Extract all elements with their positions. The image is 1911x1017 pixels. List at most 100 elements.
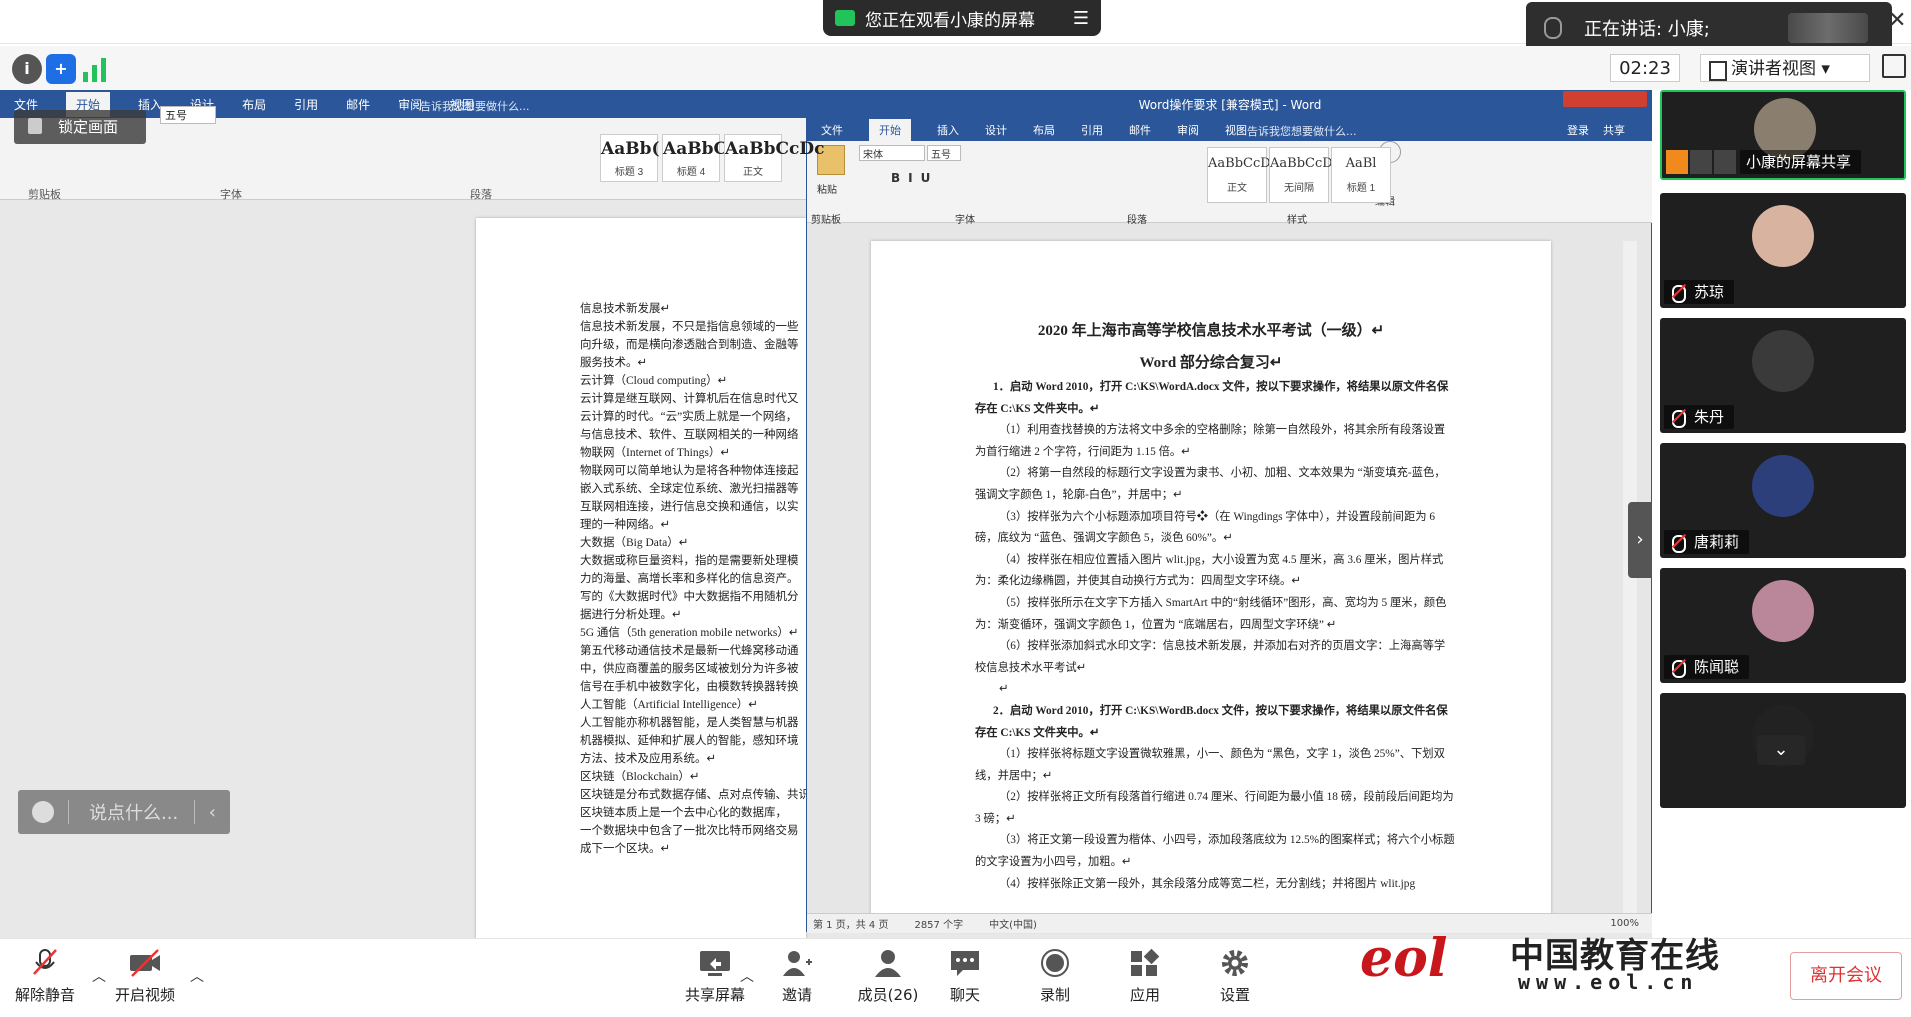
participant-tile[interactable]: 陈闻聪	[1660, 568, 1906, 683]
bg-tab[interactable]: 引用	[294, 96, 318, 113]
fg-tab[interactable]: 邮件	[1129, 122, 1151, 138]
font-name-select[interactable]: 宋体	[859, 145, 925, 161]
eol-logo-mark: eol	[1360, 928, 1448, 989]
doc-paragraph: （4）按样张在相应位置插入图片 wlit.jpg，大小设置为宽 4.5 厘米，高…	[975, 553, 1444, 588]
doc-paragraph: ↵	[999, 683, 1009, 696]
fg-tab[interactable]: 开始	[869, 119, 911, 141]
participant-name: 朱丹	[1664, 405, 1735, 429]
fg-tab[interactable]: 布局	[1033, 122, 1055, 138]
info-icon[interactable]: i	[12, 54, 42, 84]
signal-icon[interactable]	[80, 54, 110, 84]
record-button[interactable]: 录制	[1010, 948, 1100, 1005]
bg-tab[interactable]: 布局	[242, 96, 266, 113]
fullscreen-icon[interactable]	[1882, 54, 1906, 78]
close-icon[interactable]: ✕	[1888, 8, 1906, 33]
participant-tile[interactable]: 唐莉莉	[1660, 443, 1906, 558]
bg-style-item[interactable]: AaBb(标题 3	[600, 134, 660, 182]
eol-logo: eol 中国教育在线 www.eol.cn	[1360, 924, 1720, 1000]
login-link[interactable]: 登录	[1567, 122, 1589, 138]
status-words: 2857 个字	[914, 920, 964, 931]
share-screen-icon	[700, 951, 730, 976]
bg-doc-line: 物联网可以简单地认为是将各种物体连接起	[580, 465, 799, 477]
bg-doc-line: 第五代移动通信技术是最新一代蜂窝移动通	[580, 645, 799, 657]
avatar	[1752, 455, 1814, 517]
fg-style-sample: AaBl	[1345, 156, 1377, 171]
unmute-label: 解除静音	[14, 986, 75, 1004]
bg-doc-line: 云计算是继互联网、计算机后在信息时代又	[580, 393, 799, 405]
members-icon	[875, 950, 901, 977]
fg-tab[interactable]: 文件	[821, 122, 843, 138]
leave-meeting-button[interactable]: 离开会议	[1790, 952, 1902, 1000]
word-ribbon: 粘贴 宋体 五号 BIU 编辑 剪贴板 字体 段落 样式 AaBbCcDc正文A…	[807, 141, 1652, 226]
status-language: 中文(中国)	[989, 920, 1037, 931]
fg-tab[interactable]: 插入	[937, 122, 959, 138]
apps-button[interactable]: 应用	[1100, 948, 1190, 1005]
settings-button[interactable]: 设置	[1190, 948, 1280, 1005]
invite-button[interactable]: 邀请	[752, 948, 842, 1005]
divider	[68, 800, 69, 824]
doc-heading-1: 2020 年上海市高等学校信息技术水平考试（一级）↵	[1037, 323, 1385, 339]
collapse-panel-button[interactable]: ›	[1628, 502, 1652, 578]
chat-input-overlay[interactable]: 说点什么... ‹	[18, 790, 230, 834]
fg-style-item[interactable]: AaBbCcDc 正文	[1207, 147, 1278, 203]
bg-style-item[interactable]: AaBbCcDc 正文	[724, 134, 824, 182]
format-buttons[interactable]: BIU	[891, 171, 938, 185]
chat-button[interactable]: 聊天	[920, 948, 1010, 1005]
fg-tab[interactable]: 引用	[1081, 122, 1103, 138]
fg-style-label: 标题 1	[1346, 183, 1376, 194]
bg-doc-line: 互联网相连接，进行信息交换和通信，以实	[580, 501, 799, 513]
bg-tab[interactable]: 邮件	[346, 96, 370, 113]
fg-tab[interactable]: 审阅	[1177, 122, 1199, 138]
unmute-button[interactable]: 解除静音	[0, 948, 90, 1005]
paste-label: 粘贴	[817, 185, 837, 196]
doc-paragraph: （1）按样张将标题文字设置微软雅黑，小一、颜色为 “黑色，文字 1，淡色 25%…	[975, 748, 1445, 782]
fg-style-sample: AaBbCcDc	[1208, 156, 1278, 171]
bg-group-paragraph: 段落	[470, 188, 492, 201]
bg-style-sample: AaBb(	[601, 139, 660, 159]
fg-group-clipboard: 剪贴板	[811, 215, 841, 226]
bg-tab[interactable]: 审阅	[398, 96, 422, 113]
document-page[interactable]: 2020 年上海市高等学校信息技术水平考试（一级）↵ Word 部分综合复习↵ …	[871, 241, 1551, 931]
bg-font-size[interactable]: 五号	[160, 106, 216, 124]
bg-doc-line: 机器模拟、延伸和扩展人的智能，感知环境	[580, 735, 799, 747]
bg-style-sample: AaBbC	[663, 139, 727, 159]
chevron-up-icon[interactable]: ︿	[190, 966, 204, 986]
participant-tile[interactable]: 小康的屏幕共享	[1660, 90, 1906, 180]
avatar	[1752, 205, 1814, 267]
bg-doc-line: 人工智能（Artificial Intelligence）↵	[580, 699, 758, 711]
share-banner[interactable]: 您正在观看小康的屏幕 ☰	[823, 0, 1101, 36]
chevron-left-icon[interactable]: ‹	[209, 802, 216, 823]
fg-tab[interactable]: 视图	[1225, 122, 1247, 138]
fg-style-label: 正文	[1227, 183, 1247, 194]
bg-doc-line: 区块链是分布式数据存储、点对点传输、共识	[580, 789, 810, 801]
share-status-icons	[1666, 150, 1736, 174]
shield-icon[interactable]: +	[46, 54, 76, 84]
participant-tile[interactable]: 苏琼	[1660, 193, 1906, 308]
share-link[interactable]: 共享	[1603, 122, 1625, 138]
menu-icon[interactable]: ☰	[1073, 8, 1089, 29]
presenter-view-button[interactable]: 演讲者视图 ▾	[1700, 54, 1870, 82]
bg-doc-line: 区块链本质上是一个去中心化的数据库，	[580, 807, 787, 819]
bg-style-item[interactable]: AaBbC 标题 4	[662, 134, 727, 182]
bg-doc-line: 方法、技术及应用系统。↵	[580, 753, 717, 765]
font-size-select[interactable]: 五号	[927, 145, 961, 161]
mic-muted-icon	[1544, 17, 1562, 39]
fg-tell-me[interactable]: 告诉我您想要做什么...	[1247, 123, 1357, 139]
fg-style-item[interactable]: AaBl 标题 1	[1331, 147, 1391, 203]
bg-doc-line: 理的一种网络。↵	[580, 519, 671, 531]
lock-screen-button[interactable]: 锁定画面	[14, 110, 146, 144]
start-video-button[interactable]: 开启视频	[100, 948, 190, 1005]
bg-doc-line: 大数据或称巨量资料，指的是需要新处理模	[580, 555, 799, 567]
fg-tab[interactable]: 设计	[985, 122, 1007, 138]
chevron-down-icon[interactable]: ⌄	[1757, 735, 1805, 765]
fg-style-item[interactable]: AaBbCcDc 无间隔	[1269, 147, 1340, 203]
participant-tile[interactable]: 朱丹	[1660, 318, 1906, 433]
bg-doc-line: 向升级，而是横向渗透融合到制造、金融等	[580, 339, 799, 351]
fg-group-styles: 样式	[1287, 215, 1307, 226]
recording-badge	[1563, 91, 1647, 107]
bg-doc-line: 力的海量、高增长率和多样化的信息资产。	[580, 573, 799, 585]
emoji-icon[interactable]	[32, 801, 54, 823]
presenter-view-label: 演讲者视图	[1731, 59, 1816, 79]
bg-tell-me[interactable]: 告诉我您想要做什么...	[420, 98, 530, 114]
participant-name: 唐莉莉	[1664, 530, 1750, 554]
